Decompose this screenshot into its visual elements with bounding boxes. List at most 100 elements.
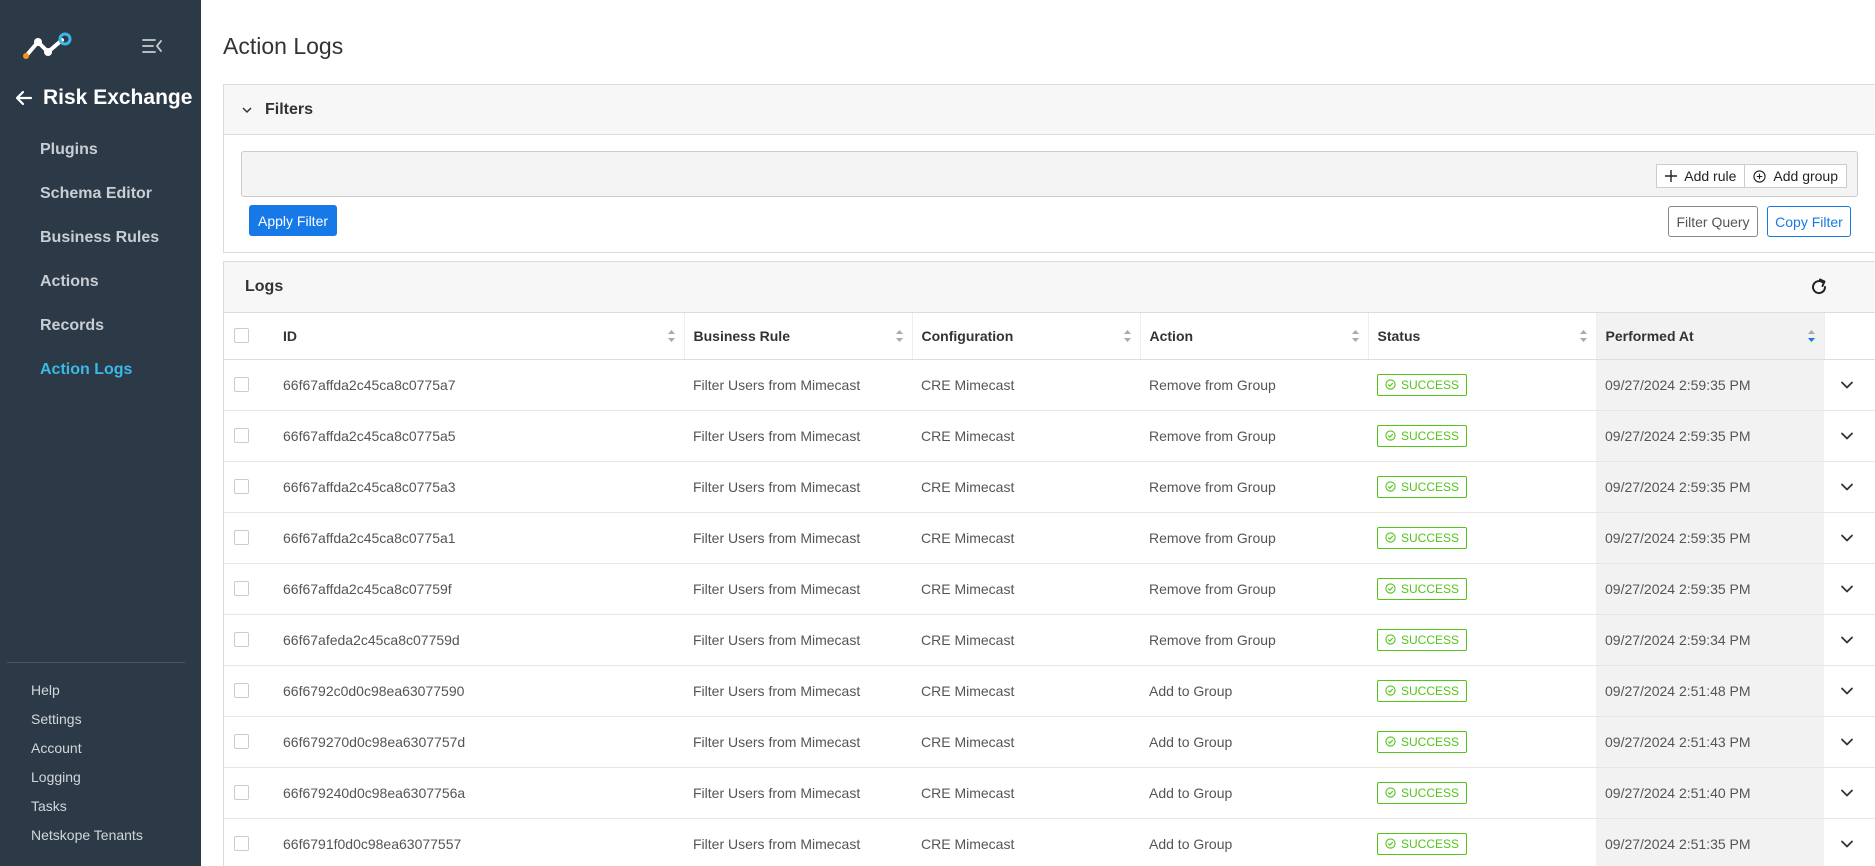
status-label: SUCCESS <box>1401 479 1460 494</box>
table-row[interactable]: 66f67afeda2c45ca8c07759d Filter Users fro… <box>224 614 1875 666</box>
column-header-status[interactable]: Status <box>1368 313 1597 360</box>
row-select-cell <box>224 410 274 462</box>
status-label: SUCCESS <box>1401 428 1460 443</box>
sort-icon[interactable] <box>1579 329 1588 343</box>
row-select-cell <box>224 512 274 564</box>
cell-business-rule: Filter Users from Mimecast <box>684 359 912 411</box>
sidebar-item-help[interactable]: Help <box>0 676 201 705</box>
table-row[interactable]: 66f67affda2c45ca8c07759f Filter Users fro… <box>224 563 1875 615</box>
cell-status: SUCCESS <box>1368 767 1596 819</box>
table-row[interactable]: 66f67affda2c45ca8c0775a5 Filter Users fro… <box>224 410 1875 462</box>
column-header-id[interactable]: ID <box>274 313 685 360</box>
sidebar-item-actions[interactable]: Actions <box>0 260 201 304</box>
column-header-performed-at[interactable]: Performed At <box>1596 313 1825 360</box>
netskope-logo-icon[interactable] <box>22 32 74 60</box>
expand-cell <box>1824 359 1875 411</box>
expand-cell <box>1824 512 1875 564</box>
row-select-cell <box>224 614 274 666</box>
status-badge: SUCCESS <box>1377 373 1468 396</box>
chevron-down-icon[interactable] <box>1840 480 1854 494</box>
chevron-down-icon[interactable] <box>1840 786 1854 800</box>
chevron-down-icon[interactable] <box>1840 837 1854 851</box>
apply-filter-button[interactable]: Apply Filter <box>249 205 338 236</box>
sort-icon[interactable] <box>667 329 676 343</box>
sort-desc-icon[interactable] <box>1807 329 1816 343</box>
cell-performed-at: 09/27/2024 2:59:34 PM <box>1596 614 1824 666</box>
cell-action: Remove from Group <box>1140 359 1368 411</box>
table-row[interactable]: 66f6792c0d0c98ea63077590 Filter Users fro… <box>224 665 1875 717</box>
chevron-down-icon[interactable] <box>1840 429 1854 443</box>
cell-business-rule: Filter Users from Mimecast <box>684 665 912 717</box>
row-checkbox[interactable] <box>234 581 249 596</box>
cell-action: Remove from Group <box>1140 563 1368 615</box>
expand-cell <box>1824 767 1875 819</box>
chevron-down-icon[interactable] <box>1840 735 1854 749</box>
table-row[interactable]: 66f679270d0c98ea6307757d Filter Users fro… <box>224 716 1875 768</box>
sort-icon[interactable] <box>1123 329 1132 343</box>
cell-performed-at: 09/27/2024 2:59:35 PM <box>1596 461 1824 513</box>
sidebar-item-schema-editor[interactable]: Schema Editor <box>0 172 201 216</box>
collapse-menu-icon[interactable] <box>142 37 162 55</box>
row-checkbox[interactable] <box>234 377 249 392</box>
sidebar-item-plugins[interactable]: Plugins <box>0 128 201 172</box>
refresh-icon[interactable] <box>1809 277 1829 297</box>
add-group-button[interactable]: Add group <box>1745 164 1847 188</box>
column-header-configuration[interactable]: Configuration <box>912 313 1141 360</box>
table-row[interactable]: 66f67affda2c45ca8c0775a7 Filter Users fro… <box>224 359 1875 411</box>
check-circle-icon <box>1385 736 1396 747</box>
row-checkbox[interactable] <box>234 632 249 647</box>
table-row[interactable]: 66f67affda2c45ca8c0775a3 Filter Users fro… <box>224 461 1875 513</box>
cell-configuration: CRE Mimecast <box>912 461 1140 513</box>
row-checkbox[interactable] <box>234 428 249 443</box>
sidebar-item-netskope-tenants[interactable]: Netskope Tenants <box>0 821 201 850</box>
chevron-down-icon[interactable] <box>1840 531 1854 545</box>
sidebar-item-action-logs[interactable]: Action Logs <box>0 348 201 392</box>
row-checkbox[interactable] <box>234 785 249 800</box>
filters-toggle[interactable]: Filters <box>224 85 1875 135</box>
cell-status: SUCCESS <box>1368 563 1596 615</box>
back-to-risk-exchange[interactable]: Risk Exchange <box>15 86 192 110</box>
arrow-left-icon <box>15 90 33 106</box>
chevron-down-icon[interactable] <box>1840 684 1854 698</box>
sort-icon[interactable] <box>1351 329 1360 343</box>
row-checkbox[interactable] <box>234 734 249 749</box>
cell-action: Remove from Group <box>1140 410 1368 462</box>
sidebar-item-tasks[interactable]: Tasks <box>0 792 201 821</box>
sidebar-item-business-rules[interactable]: Business Rules <box>0 216 201 260</box>
row-checkbox[interactable] <box>234 479 249 494</box>
cell-id: 66f67affda2c45ca8c07759f <box>274 563 684 615</box>
add-rule-button[interactable]: Add rule <box>1656 164 1746 188</box>
column-header-action[interactable]: Action <box>1140 313 1369 360</box>
sort-icon[interactable] <box>895 329 904 343</box>
cell-configuration: CRE Mimecast <box>912 716 1140 768</box>
sidebar-item-logging[interactable]: Logging <box>0 763 201 792</box>
sidebar-title: Risk Exchange <box>43 86 193 109</box>
rule-actions: Add rule Add group <box>1656 164 1847 188</box>
row-checkbox[interactable] <box>234 836 249 851</box>
copy-filter-button[interactable]: Copy Filter <box>1767 206 1851 237</box>
sidebar-item-records[interactable]: Records <box>0 304 201 348</box>
cell-action: Remove from Group <box>1140 512 1368 564</box>
row-checkbox[interactable] <box>234 683 249 698</box>
table-row[interactable]: 66f6791f0d0c98ea63077557 Filter Users fro… <box>224 818 1875 866</box>
chevron-down-icon[interactable] <box>1840 582 1854 596</box>
cell-action: Add to Group <box>1140 818 1368 866</box>
column-header-business-rule[interactable]: Business Rule <box>684 313 913 360</box>
sidebar-item-settings[interactable]: Settings <box>0 705 201 734</box>
table-row[interactable]: 66f67affda2c45ca8c0775a1 Filter Users fro… <box>224 512 1875 564</box>
chevron-down-icon[interactable] <box>1840 633 1854 647</box>
check-circle-icon <box>1385 838 1396 849</box>
cell-action: Add to Group <box>1140 716 1368 768</box>
sidebar-item-account[interactable]: Account <box>0 734 201 763</box>
table-row[interactable]: 66f679240d0c98ea6307756a Filter Users fro… <box>224 767 1875 819</box>
sidebar-nav: Plugins Schema Editor Business Rules Act… <box>0 128 201 392</box>
plus-circle-icon <box>1753 169 1767 183</box>
status-label: SUCCESS <box>1401 734 1460 749</box>
cell-performed-at: 09/27/2024 2:51:35 PM <box>1596 818 1824 866</box>
select-all-checkbox[interactable] <box>234 328 249 344</box>
chevron-down-icon[interactable] <box>1840 378 1854 392</box>
status-badge: SUCCESS <box>1377 475 1468 498</box>
plus-icon <box>1665 170 1678 182</box>
filter-query-button[interactable]: Filter Query <box>1668 206 1758 237</box>
row-checkbox[interactable] <box>234 530 249 545</box>
